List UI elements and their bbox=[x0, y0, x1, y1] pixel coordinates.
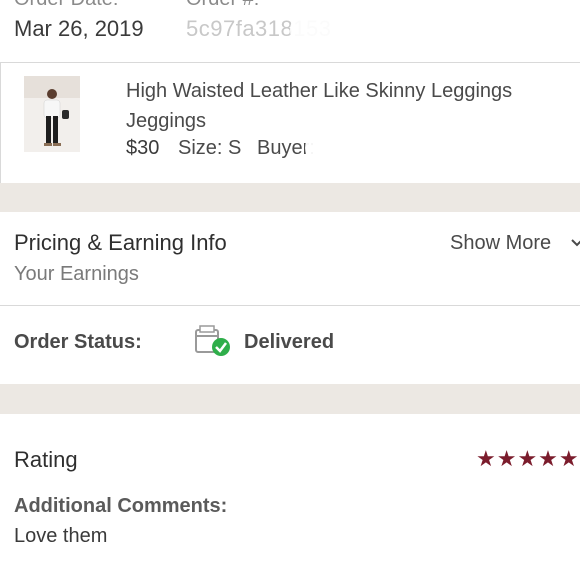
order-number-label: Order #: bbox=[186, 0, 259, 11]
section-divider bbox=[0, 384, 580, 414]
show-more-link[interactable]: Show More bbox=[450, 232, 551, 255]
comments-label: Additional Comments: bbox=[14, 495, 228, 517]
rating-stars: ★★★★★ bbox=[476, 446, 580, 471]
delivered-box-icon bbox=[195, 325, 230, 356]
chevron-down-icon[interactable] bbox=[570, 236, 580, 250]
rating-label: Rating bbox=[14, 447, 78, 472]
order-date-label: Order Date: bbox=[14, 0, 118, 11]
item-price: $30 bbox=[126, 137, 160, 159]
item-size: Size: S bbox=[178, 137, 242, 159]
redaction-mark bbox=[150, 262, 210, 292]
earnings-label: Your Earnings bbox=[14, 263, 139, 285]
pricing-section bbox=[0, 212, 580, 306]
order-date: Mar 26, 2019 bbox=[14, 16, 144, 41]
order-status-label: Order Status: bbox=[14, 331, 142, 353]
order-status-value: Delivered bbox=[244, 331, 335, 353]
redaction-mark bbox=[305, 130, 455, 166]
item-thumbnail[interactable] bbox=[24, 76, 80, 152]
comments-text: Love them bbox=[14, 525, 108, 547]
pricing-title: Pricing & Earning Info bbox=[14, 230, 227, 255]
item-title[interactable]: High Waisted Leather Like Skinny Legging… bbox=[126, 76, 566, 136]
thumbnail-image bbox=[24, 76, 80, 152]
redaction-mark bbox=[290, 10, 465, 50]
section-divider bbox=[0, 183, 580, 212]
